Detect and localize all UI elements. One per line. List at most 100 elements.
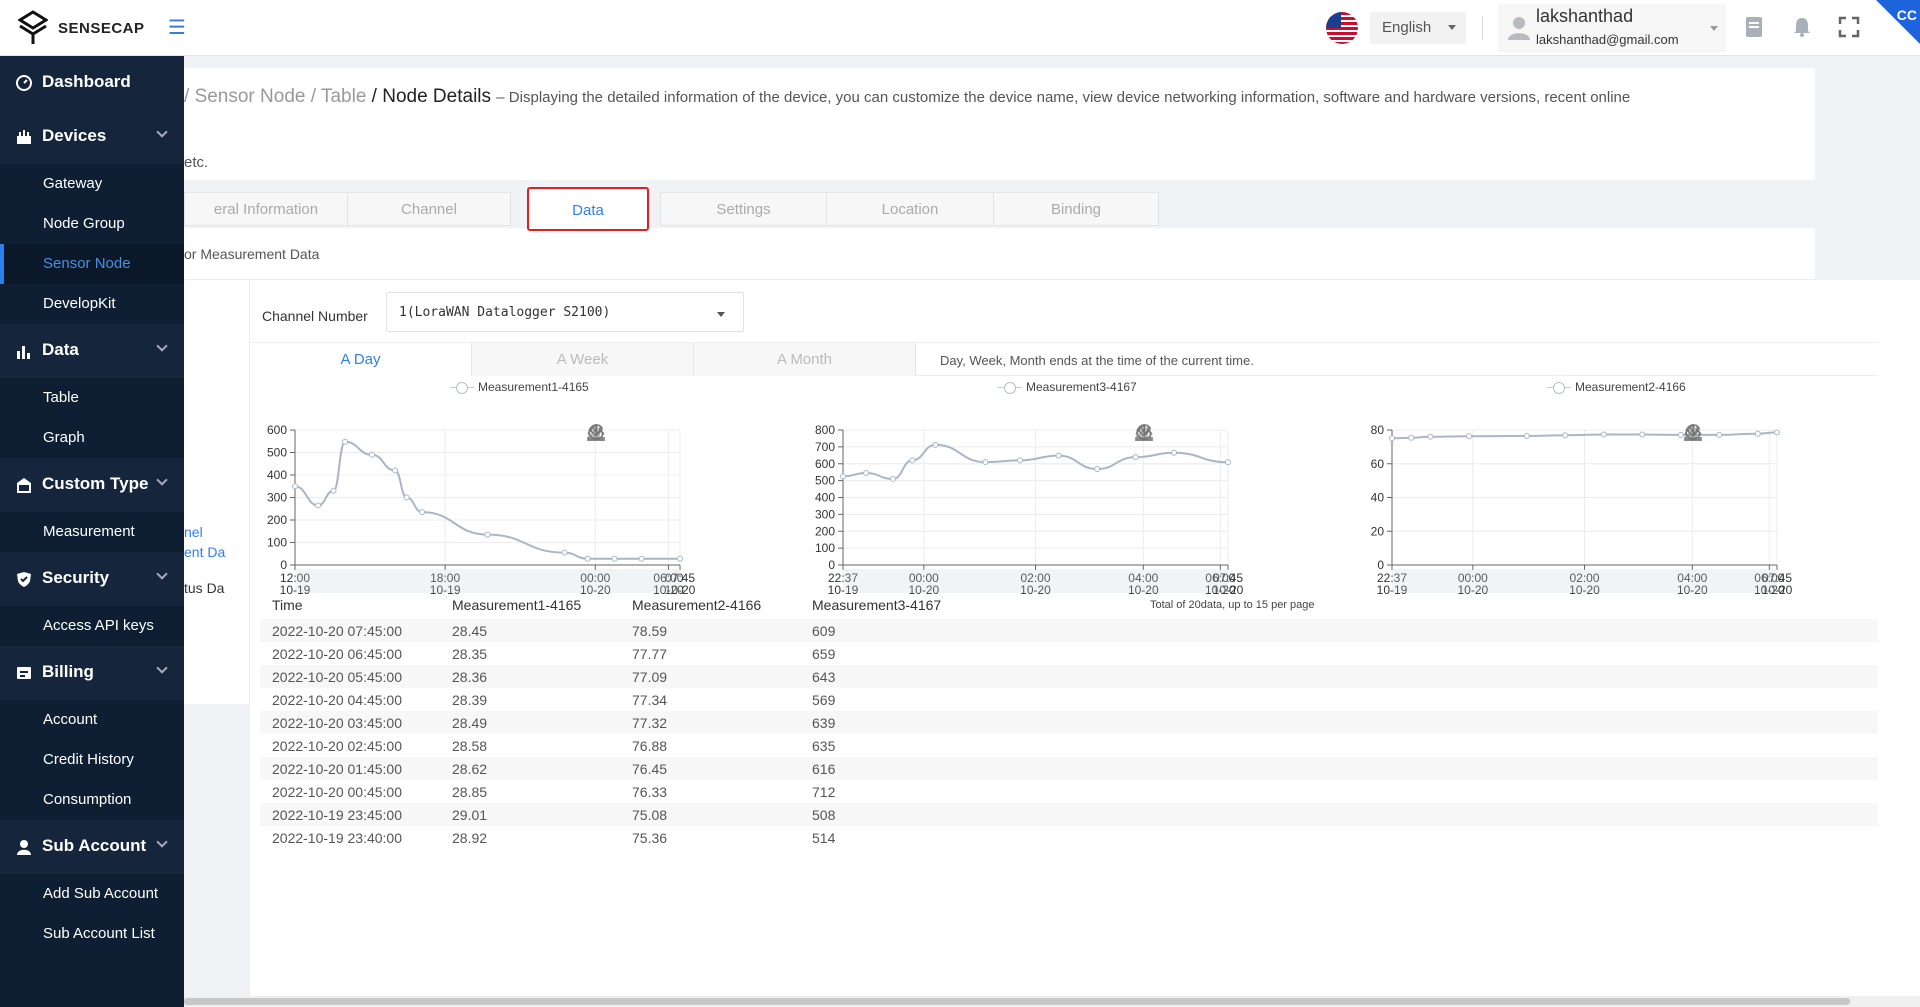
scrollbar-thumb[interactable] xyxy=(184,998,1850,1005)
chevron-down-icon xyxy=(156,340,168,352)
table-cell: 77.77 xyxy=(632,646,668,662)
user-email: lakshanthad@gmail.com xyxy=(1536,32,1679,47)
bell-icon[interactable] xyxy=(1789,14,1815,40)
tab-a-day[interactable]: A Day xyxy=(250,343,472,376)
menu-item-channel[interactable]: nel xyxy=(184,524,203,540)
data-point xyxy=(677,555,683,562)
tab-a-week[interactable]: A Week xyxy=(472,343,694,376)
download-icon[interactable] xyxy=(1133,422,1155,442)
table-cell: 2022-10-20 06:45:00 xyxy=(272,646,402,662)
breadcrumb-separator: / xyxy=(371,86,377,107)
us-flag-icon[interactable] xyxy=(1326,12,1358,44)
table-row: 2022-10-19 23:45:00 29.01 75.08 508 xyxy=(260,803,1878,826)
data-point xyxy=(419,509,426,516)
data-point xyxy=(1600,431,1607,438)
sidebar-group-sub-account[interactable]: Sub Account xyxy=(0,820,184,874)
sidebar-item-add-sub-account[interactable]: Add Sub Account xyxy=(0,874,184,914)
table-cell: 78.59 xyxy=(632,623,668,639)
table-cell: 712 xyxy=(812,784,836,800)
legend-label: Measurement1-4165 xyxy=(478,380,589,394)
table-cell: 616 xyxy=(812,761,836,777)
data-point xyxy=(1408,434,1415,441)
breadcrumb-table[interactable]: Table xyxy=(321,86,366,107)
data-point xyxy=(1466,433,1472,440)
tab-binding[interactable]: Binding xyxy=(993,192,1159,226)
user-menu[interactable]: lakshanthad lakshanthad@gmail.com xyxy=(1498,4,1726,52)
chart-legend[interactable]: Measurement3-4167 xyxy=(998,380,1137,394)
data-point xyxy=(392,467,399,474)
chart-measurement3: 800700600500400300200100022:3710-1900:00… xyxy=(798,380,1358,597)
menu-item-status-data[interactable]: tus Da xyxy=(184,580,224,596)
table-cell: 2022-10-20 07:45:00 xyxy=(272,623,402,639)
sidebar-group-custom-type[interactable]: Custom Type xyxy=(0,458,184,512)
sidebar-item-graph[interactable]: Graph xyxy=(0,418,184,458)
sidebar: Dashboard Devices Gateway Node Group Sen… xyxy=(0,56,184,1007)
data-point xyxy=(484,531,491,538)
download-icon[interactable] xyxy=(585,422,607,442)
sidebar-item-node-group[interactable]: Node Group xyxy=(0,204,184,244)
tab-channel[interactable]: Channel xyxy=(347,192,511,226)
sidebar-item-dashboard[interactable]: Dashboard xyxy=(0,56,184,110)
sidebar-group-billing[interactable]: Billing xyxy=(0,646,184,700)
tab-settings[interactable]: Settings xyxy=(660,192,827,226)
sidebar-item-label: Dashboard xyxy=(42,72,131,91)
sensecap-logo[interactable]: SENSECAP xyxy=(18,10,145,46)
menu-item-measurement-data[interactable]: ent Da xyxy=(184,544,225,560)
table-cell: 75.08 xyxy=(632,807,668,823)
page-title: Node Details xyxy=(382,86,492,107)
user-name: lakshanthad xyxy=(1536,6,1634,26)
table-total-count: Total of 20data, up to 15 per page xyxy=(1150,599,1315,611)
data-point xyxy=(330,487,337,494)
time-range-note: Day, Week, Month ends at the time of the… xyxy=(940,353,1254,368)
tab-general-information[interactable]: eral Information xyxy=(184,192,348,226)
sidebar-item-sensor-node[interactable]: Sensor Node xyxy=(0,244,184,284)
sidebar-item-access-api-keys[interactable]: Access API keys xyxy=(0,606,184,646)
data-point xyxy=(292,483,298,490)
sidebar-item-consumption[interactable]: Consumption xyxy=(0,780,184,820)
data-point xyxy=(1523,432,1530,439)
table-row: 2022-10-20 05:45:00 28.36 77.09 643 xyxy=(260,665,1878,688)
sidebar-item-sub-account-list[interactable]: Sub Account List xyxy=(0,914,184,954)
menu-toggle-icon[interactable]: ☰ xyxy=(168,18,186,38)
language-select[interactable]: English xyxy=(1370,12,1466,44)
horizontal-scrollbar[interactable] xyxy=(184,996,1920,1007)
legend-marker-icon xyxy=(450,381,474,394)
data-point xyxy=(315,502,322,509)
fullscreen-icon[interactable] xyxy=(1836,14,1862,40)
chevron-down-icon xyxy=(156,474,168,486)
sidebar-group-data[interactable]: Data xyxy=(0,324,184,378)
download-icon[interactable] xyxy=(1682,422,1704,442)
section-title: or Measurement Data xyxy=(184,246,320,262)
sensecap-logo-icon xyxy=(18,10,48,44)
table-cell: 2022-10-20 00:45:00 xyxy=(272,784,402,800)
table-cell: 28.36 xyxy=(452,669,488,685)
sidebar-item-measurement[interactable]: Measurement xyxy=(0,512,184,552)
tab-location[interactable]: Location xyxy=(826,192,994,226)
sidebar-item-table[interactable]: Table xyxy=(0,378,184,418)
channel-number-select[interactable]: 1(LoraWAN Datalogger S2100) xyxy=(386,292,744,332)
column-header-measurement3: Measurement3-4167 xyxy=(812,597,942,613)
sidebar-item-gateway[interactable]: Gateway xyxy=(0,164,184,204)
chart-legend[interactable]: Measurement2-4166 xyxy=(1547,380,1686,394)
chart-svg: 600500400300200100012:0010-1918:0010-190… xyxy=(267,423,696,597)
sidebar-group-devices[interactable]: Devices xyxy=(0,110,184,164)
sidebar-item-account[interactable]: Account xyxy=(0,700,184,740)
chart-legend[interactable]: Measurement1-4165 xyxy=(450,380,589,394)
data-point xyxy=(1017,457,1024,464)
document-icon[interactable] xyxy=(1741,14,1767,40)
table-cell: 28.58 xyxy=(452,738,488,754)
sidebar-item-developkit[interactable]: DevelopKit xyxy=(0,284,184,324)
legend-marker-icon xyxy=(1547,381,1571,394)
tab-data[interactable]: Data xyxy=(527,187,649,231)
chevron-down-icon xyxy=(156,126,168,138)
breadcrumb-sensor-node[interactable]: Sensor Node xyxy=(195,86,306,107)
sidebar-item-credit-history[interactable]: Credit History xyxy=(0,740,184,780)
tab-a-month[interactable]: A Month xyxy=(694,343,916,376)
data-point xyxy=(611,555,618,562)
column-header-measurement1: Measurement1-4165 xyxy=(452,597,582,613)
table-cell: 28.39 xyxy=(452,692,488,708)
sidebar-group-label: Data xyxy=(42,340,79,359)
y-tick-label: 0 xyxy=(828,558,835,572)
table-cell: 75.36 xyxy=(632,830,668,846)
sidebar-group-security[interactable]: Security xyxy=(0,552,184,606)
